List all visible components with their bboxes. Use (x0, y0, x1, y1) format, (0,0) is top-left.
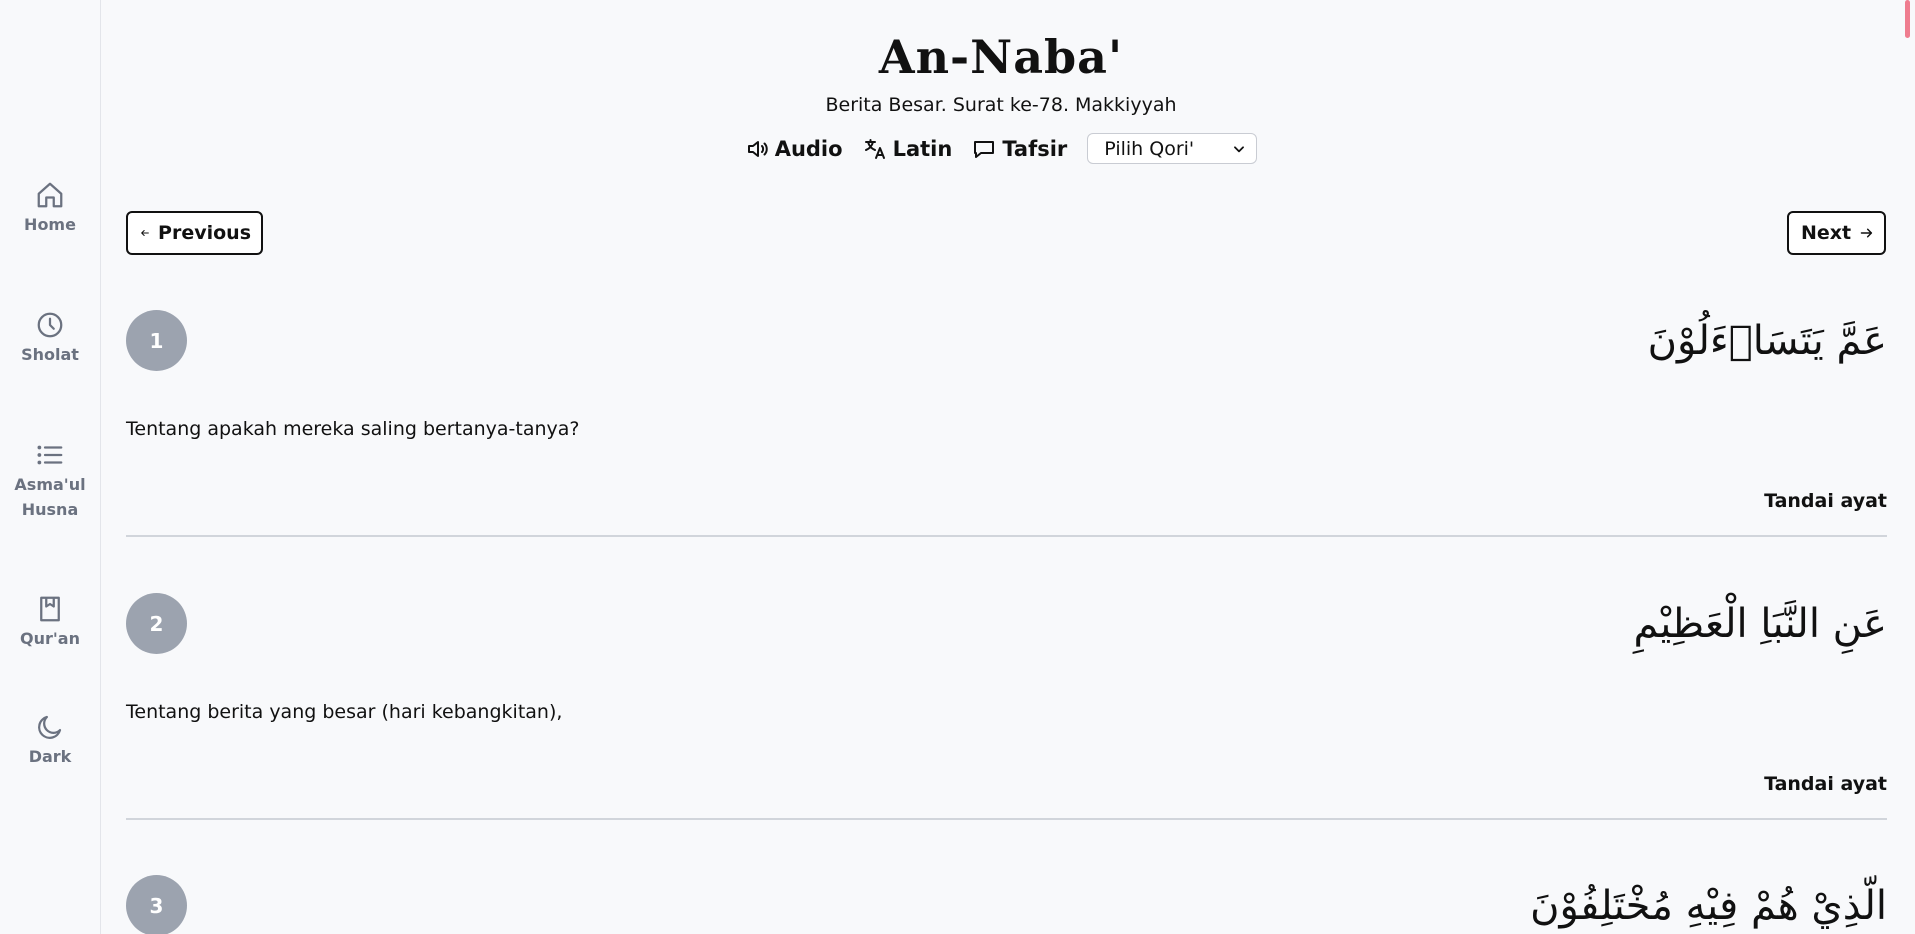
ayah-item: 1 عَمَّ يَتَسَاۤءَلُوْنَ Tentang apakah … (126, 310, 1887, 540)
arrow-right-icon (1860, 228, 1873, 238)
audio-label: Audio (774, 136, 843, 161)
clock-icon (37, 312, 63, 338)
divider (126, 818, 1887, 820)
sidebar-item-dark[interactable]: Dark (0, 712, 100, 769)
qori-select[interactable]: Pilih Qori' (1087, 133, 1258, 164)
qori-select-value: Pilih Qori' (1104, 137, 1195, 160)
home-icon (37, 182, 63, 208)
divider (126, 535, 1887, 537)
ayah-item: 3 الَّذِيْ هُمْ فِيْهِ مُخْتَلِفُوْنَ (126, 875, 1887, 934)
next-button[interactable]: Next (1787, 211, 1886, 255)
ayah-number-badge: 1 (126, 310, 187, 371)
sidebar-item-asmaul-husna[interactable]: Asma'ul Husna (0, 440, 100, 522)
bookmark-ayah-link[interactable]: Tandai ayat (1764, 490, 1887, 512)
latin-toggle[interactable]: Latin (863, 136, 953, 161)
sidebar-item-label: Qur'an (20, 629, 80, 648)
ayah-arabic-text: الَّذِيْ هُمْ فِيْهِ مُخْتَلِفُوْنَ (1530, 883, 1887, 929)
next-label: Next (1801, 222, 1852, 244)
list-icon (37, 445, 63, 465)
sidebar-item-label: Sholat (21, 345, 79, 364)
bookmark-ayah-link[interactable]: Tandai ayat (1764, 773, 1887, 795)
sidebar-item-sholat[interactable]: Sholat (0, 310, 100, 367)
tafsir-toggle[interactable]: Tafsir (972, 137, 1067, 161)
previous-label: Previous (158, 222, 251, 244)
comment-icon (974, 140, 995, 158)
arrow-left-icon (141, 229, 149, 237)
sidebar-nav: Home Sholat Asma'ul Husna Qur'an Dark (0, 0, 101, 934)
ayah-arabic-text: عَنِ النَّبَاِ الْعَظِيْمِ (1633, 601, 1887, 647)
sidebar-item-label: Home (24, 215, 76, 234)
previous-button[interactable]: Previous (126, 211, 263, 255)
surah-subtitle: Berita Besar. Surat ke-78. Makkiyyah (825, 94, 1177, 116)
scrollbar-indicator[interactable] (1905, 0, 1910, 38)
audio-toggle[interactable]: Audio (745, 137, 843, 161)
ayah-item: 2 عَنِ النَّبَاِ الْعَظِيْمِ Tentang ber… (126, 593, 1887, 823)
translate-icon (864, 138, 885, 159)
tafsir-label: Tafsir (1002, 136, 1068, 161)
ayah-arabic-text: عَمَّ يَتَسَاۤءَلُوْنَ (1647, 318, 1887, 364)
sidebar-item-quran[interactable]: Qur'an (0, 594, 100, 651)
speaker-icon (747, 140, 768, 157)
ayah-translation: Tentang apakah mereka saling bertanya-ta… (126, 418, 580, 440)
moon-icon (38, 715, 62, 739)
book-icon (40, 596, 60, 622)
sidebar-item-label: Dark (28, 747, 72, 766)
surah-toolbar: Audio Latin Tafsir Pilih Qori' (101, 133, 1901, 164)
surah-title: An-Naba' (878, 30, 1124, 84)
chevron-down-icon (1234, 145, 1245, 152)
surah-view: An-Naba' Berita Besar. Surat ke-78. Makk… (101, 0, 1910, 934)
ayah-number-badge: 2 (126, 593, 187, 654)
ayah-number-badge: 3 (126, 875, 187, 934)
ayah-translation: Tentang berita yang besar (hari kebangki… (126, 701, 563, 723)
latin-label: Latin (892, 136, 953, 161)
sidebar-item-label: Asma'ul Husna (14, 475, 86, 519)
sidebar-item-home[interactable]: Home (0, 180, 100, 237)
